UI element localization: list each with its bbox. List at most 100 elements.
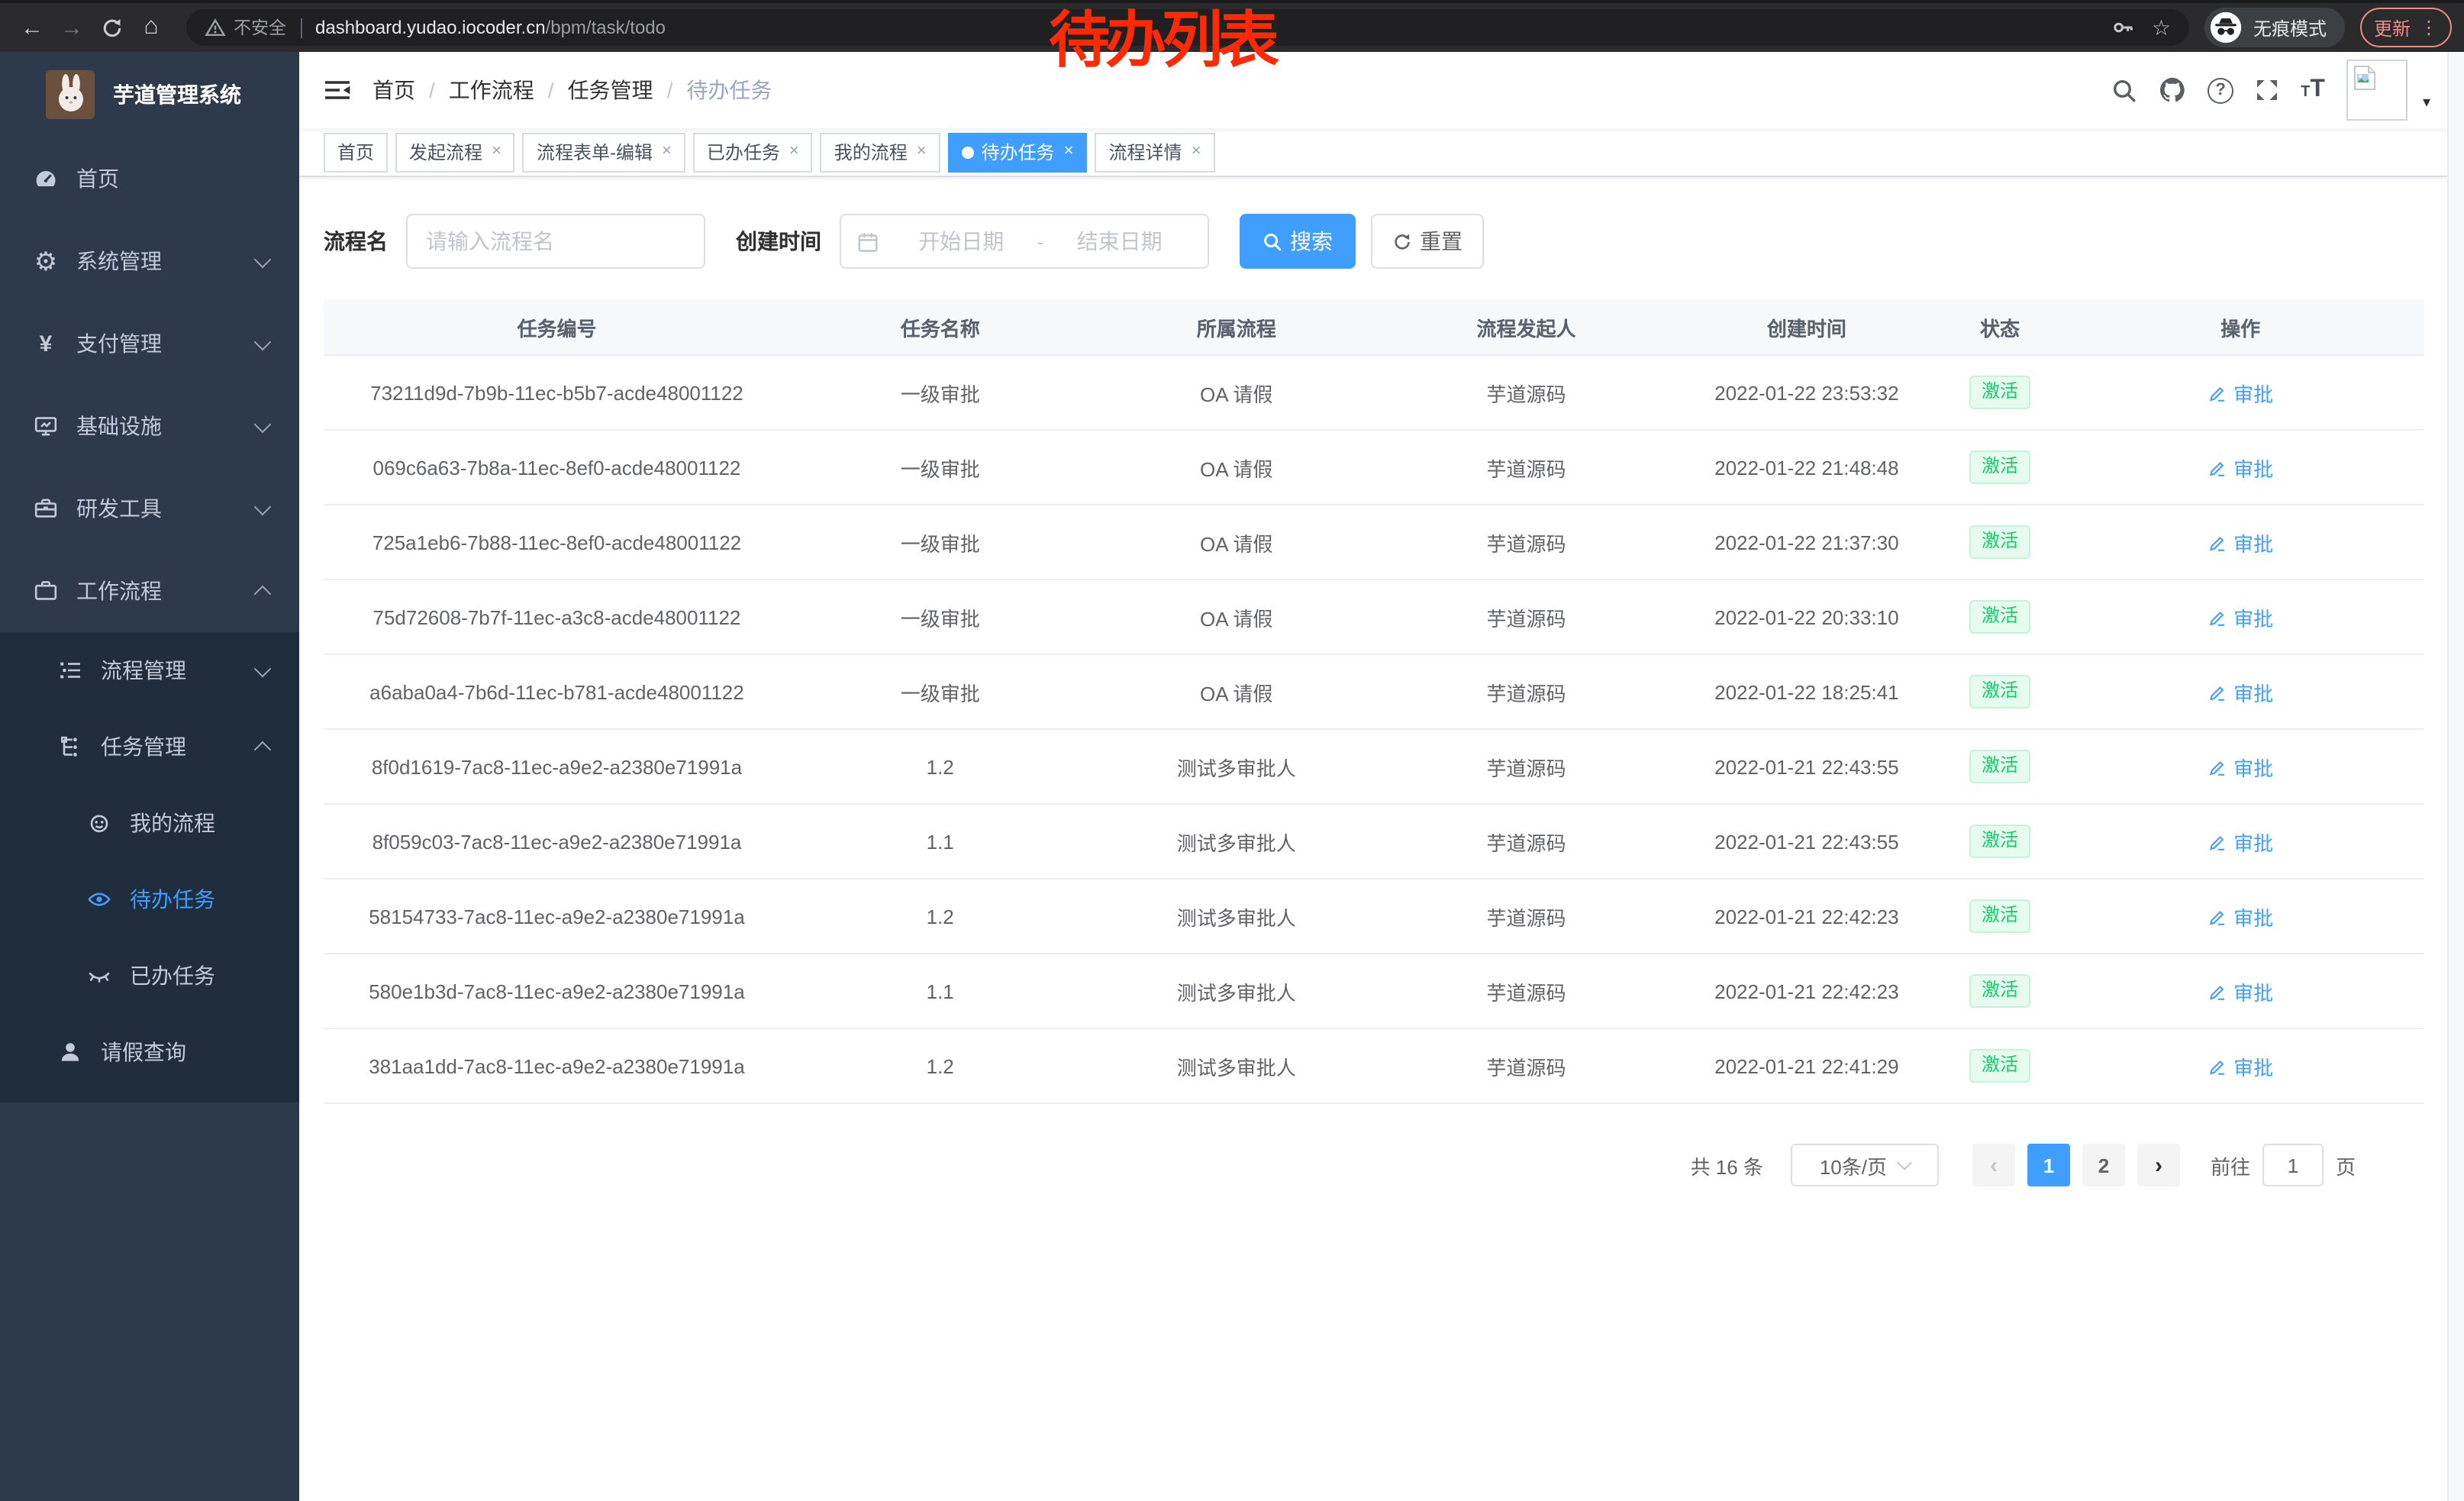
breadcrumb-current: 待办任务 xyxy=(686,75,772,105)
sidebar-item-leave-query[interactable]: 请假查询 xyxy=(0,1014,299,1090)
create-time-label: 创建时间 xyxy=(736,226,821,257)
browser-update-button[interactable]: 更新 xyxy=(2360,8,2452,47)
search-button[interactable]: 搜索 xyxy=(1240,214,1356,269)
col-task-id: 任务编号 xyxy=(324,299,790,355)
close-icon[interactable] xyxy=(492,144,502,160)
breadcrumb-home[interactable]: 首页 xyxy=(373,75,415,105)
github-icon[interactable] xyxy=(2159,76,2186,104)
tab-todo-tasks[interactable]: 待办任务 xyxy=(948,132,1088,172)
sidebar-item-workflow[interactable]: 工作流程 xyxy=(0,550,299,632)
font-size-icon[interactable] xyxy=(2301,76,2325,104)
pencil-icon xyxy=(2208,383,2227,402)
avatar-caret-icon[interactable] xyxy=(2423,95,2430,111)
sidebar-item-pay[interactable]: 支付管理 xyxy=(0,302,299,385)
browser-home-icon[interactable] xyxy=(131,8,171,47)
sidebar-item-label: 待办任务 xyxy=(130,884,215,915)
reset-button[interactable]: 重置 xyxy=(1371,214,1484,269)
approve-link[interactable]: 审批 xyxy=(2208,752,2273,781)
table-row: 725a1eb6-7b88-11ec-8ef0-acde48001122 一级审… xyxy=(324,505,2424,579)
prev-page-button[interactable] xyxy=(1972,1144,2015,1186)
sidebar-item-system[interactable]: 系统管理 xyxy=(0,220,299,302)
url-path: /bpm/task/todo xyxy=(546,17,666,38)
close-icon[interactable] xyxy=(1192,144,1201,160)
tab-process-detail[interactable]: 流程详情 xyxy=(1095,132,1215,172)
security-label: 不安全 xyxy=(234,15,286,40)
col-create-time: 创建时间 xyxy=(1670,299,1943,355)
process-name-input[interactable] xyxy=(406,214,705,269)
status-badge: 激活 xyxy=(1969,600,2030,634)
address-bar[interactable]: 不安全 dashboard.yudao.iocoder.cn /bpm/task… xyxy=(186,9,2189,46)
fullscreen-icon[interactable] xyxy=(2255,78,2279,102)
col-task-name: 任务名称 xyxy=(790,299,1091,355)
bookmark-star-icon[interactable] xyxy=(2152,15,2171,40)
list-tree-icon xyxy=(58,658,82,683)
chevron-down-icon xyxy=(254,250,272,268)
breadcrumb-task-mgmt[interactable]: 任务管理 xyxy=(568,75,653,105)
yen-icon xyxy=(34,331,58,356)
approve-link[interactable]: 审批 xyxy=(2208,528,2273,557)
chevron-up-icon xyxy=(254,585,272,602)
approve-link[interactable]: 审批 xyxy=(2208,1051,2273,1080)
sidebar-fold-icon[interactable] xyxy=(324,78,351,102)
breadcrumb-workflow[interactable]: 工作流程 xyxy=(449,75,534,105)
browser-reload-icon[interactable] xyxy=(92,8,131,47)
page-button-1[interactable]: 1 xyxy=(2027,1144,2070,1186)
tab-home[interactable]: 首页 xyxy=(324,132,388,172)
approve-link[interactable]: 审批 xyxy=(2208,677,2273,706)
calendar-icon xyxy=(856,230,879,253)
sidebar-item-process-mgmt[interactable]: 流程管理 xyxy=(0,632,299,709)
sidebar-item-home[interactable]: 首页 xyxy=(0,137,299,220)
approve-link[interactable]: 审批 xyxy=(2208,602,2273,631)
tab-start-process[interactable]: 发起流程 xyxy=(395,132,515,172)
approve-link[interactable]: 审批 xyxy=(2208,453,2273,482)
approve-link[interactable]: 审批 xyxy=(2208,827,2273,856)
approve-link[interactable]: 审批 xyxy=(2208,378,2273,407)
briefcase-icon xyxy=(34,579,58,603)
sidebar-item-task-mgmt[interactable]: 任务管理 xyxy=(0,709,299,785)
top-navbar: 首页 / 工作流程 / 任务管理 / 待办任务 xyxy=(299,52,2449,128)
incognito-icon xyxy=(2209,11,2243,44)
incognito-label: 无痕模式 xyxy=(2253,15,2327,40)
avatar[interactable] xyxy=(2346,60,2408,121)
status-badge: 激活 xyxy=(1969,899,2030,933)
tab-done-tasks[interactable]: 已办任务 xyxy=(693,132,813,172)
sidebar-item-my-process[interactable]: 我的流程 xyxy=(0,785,299,861)
browser-back-icon[interactable] xyxy=(12,8,52,47)
browser-forward-icon[interactable] xyxy=(52,8,92,47)
scrollbar[interactable] xyxy=(2447,52,2464,1501)
page-button-2[interactable]: 2 xyxy=(2082,1144,2125,1186)
chevron-down-icon xyxy=(254,415,272,433)
close-icon[interactable] xyxy=(1064,144,1074,160)
breadcrumb: 首页 / 工作流程 / 任务管理 / 待办任务 xyxy=(373,75,772,105)
refresh-icon xyxy=(1392,231,1412,251)
tab-my-process[interactable]: 我的流程 xyxy=(821,132,940,172)
next-page-button[interactable] xyxy=(2137,1144,2180,1186)
browser-menu-icon[interactable] xyxy=(2420,17,2438,38)
sidebar-item-dev[interactable]: 研发工具 xyxy=(0,467,299,550)
close-icon[interactable] xyxy=(789,144,799,160)
dashboard-icon xyxy=(34,166,58,191)
filter-bar: 流程名 创建时间 - 搜索 重置 xyxy=(324,214,2424,269)
table-row: 75d72608-7b7f-11ec-a3c8-acde48001122 一级审… xyxy=(324,579,2424,654)
approve-link[interactable]: 审批 xyxy=(2208,976,2273,1006)
page-size-select[interactable]: 10条/页 xyxy=(1791,1144,1939,1186)
end-date-input[interactable] xyxy=(1047,228,1192,255)
sidebar-item-label: 我的流程 xyxy=(130,808,215,838)
date-range-picker[interactable]: - xyxy=(840,214,1209,269)
sidebar-item-todo-tasks[interactable]: 待办任务 xyxy=(0,861,299,938)
tab-form-edit[interactable]: 流程表单-编辑 xyxy=(523,132,685,172)
help-icon[interactable] xyxy=(2208,77,2233,103)
total-count: 共 16 条 xyxy=(1691,1151,1763,1180)
sidebar-item-done-tasks[interactable]: 已办任务 xyxy=(0,938,299,1014)
close-icon[interactable] xyxy=(917,144,927,160)
site-security-chip[interactable]: 不安全 xyxy=(205,15,286,40)
start-date-input[interactable] xyxy=(889,228,1034,255)
search-icon[interactable] xyxy=(2111,77,2137,103)
org-tree-icon xyxy=(58,734,82,759)
app-logo[interactable]: 芋道管理系统 xyxy=(0,52,299,137)
password-key-icon[interactable] xyxy=(2112,15,2137,40)
approve-link[interactable]: 审批 xyxy=(2208,902,2273,931)
sidebar-item-infra[interactable]: 基础设施 xyxy=(0,385,299,467)
goto-page-input[interactable] xyxy=(2262,1144,2324,1186)
close-icon[interactable] xyxy=(662,144,672,160)
